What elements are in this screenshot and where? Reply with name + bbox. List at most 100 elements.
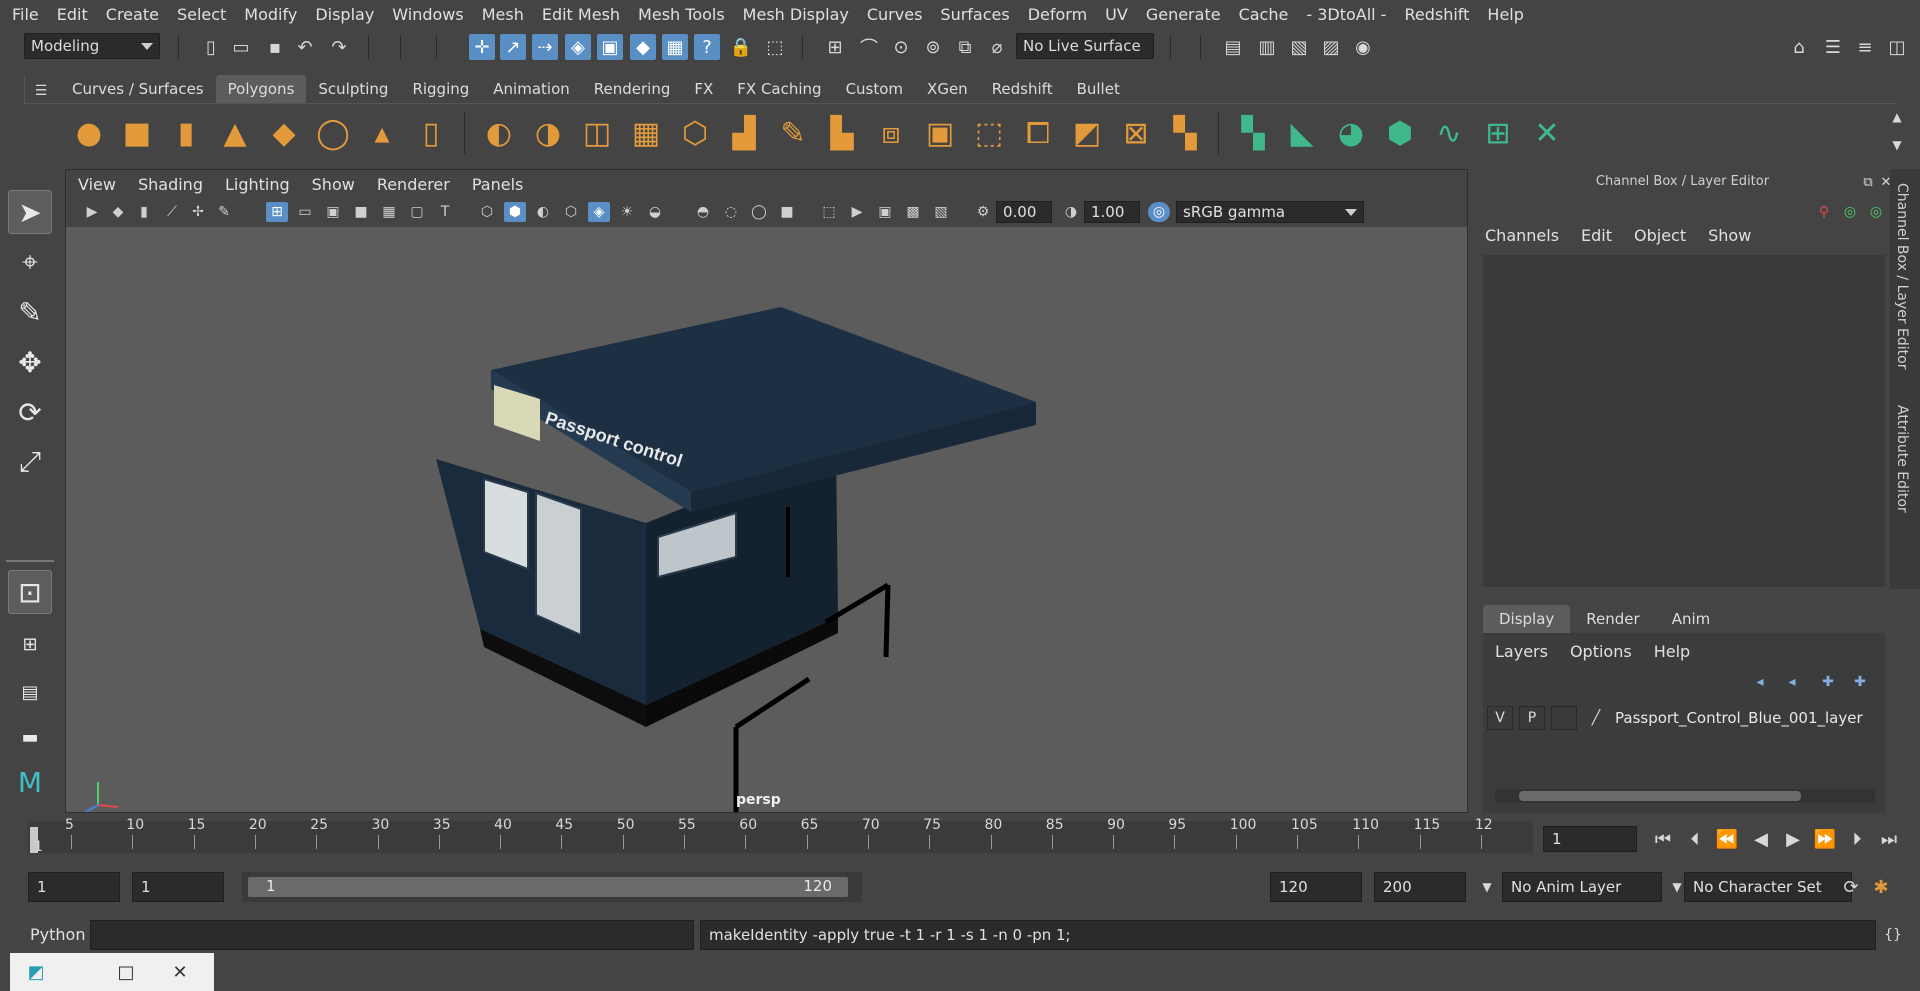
- step-back-icon[interactable]: ⏴: [1682, 826, 1708, 852]
- select-vertices-icon[interactable]: ◈: [565, 34, 591, 60]
- select-by-component-icon[interactable]: ⇢: [532, 34, 558, 60]
- use-all-lights-icon[interactable]: ☀: [616, 202, 638, 222]
- soft-select-icon[interactable]: ⬚: [762, 34, 788, 60]
- default-material-icon[interactable]: ◐: [532, 202, 554, 222]
- render-icon[interactable]: ▥: [1254, 34, 1280, 60]
- cb-menu-channels[interactable]: Channels: [1485, 226, 1559, 245]
- outliner-layout-icon[interactable]: ▬: [8, 715, 52, 759]
- go-to-end-icon[interactable]: ⏭: [1876, 826, 1902, 852]
- select-tool-icon[interactable]: ➤: [8, 190, 52, 234]
- wireframe-on-shaded-icon[interactable]: ⬡: [560, 202, 582, 222]
- playback-end-field[interactable]: 120: [1270, 872, 1362, 902]
- camera-icon[interactable]: ▶: [81, 202, 103, 222]
- uv-unfold-icon[interactable]: ∿: [1430, 114, 1468, 152]
- render-view-icon[interactable]: ▤: [1220, 34, 1246, 60]
- uv-editor-icon[interactable]: ⊞: [1479, 114, 1517, 152]
- animation-start-field[interactable]: 1: [28, 872, 120, 902]
- menu-select[interactable]: Select: [177, 5, 226, 24]
- smooth-icon[interactable]: ▦: [627, 114, 665, 152]
- exposure-icon[interactable]: ⚙: [972, 202, 994, 222]
- grid-icon[interactable]: ⊞: [266, 202, 288, 222]
- scrollbar-thumb[interactable]: [1519, 791, 1801, 801]
- select-help-icon[interactable]: ?: [694, 34, 720, 60]
- tab-rendering[interactable]: Rendering: [582, 75, 683, 103]
- poly-pipe-icon[interactable]: ▯: [412, 114, 450, 152]
- layout-icon[interactable]: ▤: [8, 670, 52, 714]
- append-icon[interactable]: ⬚: [970, 114, 1008, 152]
- outliner-icon[interactable]: ☰: [1820, 34, 1846, 60]
- anti-aliasing-icon[interactable]: ◯: [748, 202, 770, 222]
- lasso-tool-icon[interactable]: ⌖: [8, 240, 52, 284]
- xray-active-icon[interactable]: ▩: [902, 202, 924, 222]
- four-view-icon[interactable]: ⊞: [8, 622, 52, 666]
- move-layer-up-icon[interactable]: ◂: [1747, 669, 1773, 695]
- menu-surfaces[interactable]: Surfaces: [940, 5, 1009, 24]
- make-live-icon[interactable]: ⌀: [984, 34, 1010, 60]
- cb-menu-edit[interactable]: Edit: [1581, 226, 1612, 245]
- tab-sculpting[interactable]: Sculpting: [306, 75, 400, 103]
- live-surface-field[interactable]: No Live Surface: [1016, 33, 1154, 59]
- textured-icon[interactable]: ◈: [588, 202, 610, 222]
- field-chart-icon[interactable]: ▦: [378, 202, 400, 222]
- tab-fx[interactable]: FX: [682, 75, 725, 103]
- script-lang-label[interactable]: Python: [30, 925, 85, 944]
- workspace-icon[interactable]: ⌂: [1786, 34, 1812, 60]
- safe-title-icon[interactable]: T: [434, 202, 456, 222]
- color-space-dropdown[interactable]: sRGB gamma: [1176, 201, 1364, 223]
- cb-menu-show[interactable]: Show: [1708, 226, 1751, 245]
- menu-curves[interactable]: Curves: [867, 5, 923, 24]
- xray-icon[interactable]: ▶: [846, 202, 868, 222]
- poly-pyramid-icon[interactable]: ▴: [363, 114, 401, 152]
- tab-curves-surfaces[interactable]: Curves / Surfaces: [60, 75, 216, 103]
- uv-cylindrical-icon[interactable]: ◣: [1283, 114, 1321, 152]
- reduce-icon[interactable]: ⊠: [1117, 114, 1155, 152]
- menu-display[interactable]: Display: [315, 5, 374, 24]
- channel-list[interactable]: [1483, 255, 1885, 587]
- move-layer-down-icon[interactable]: ◂: [1779, 669, 1805, 695]
- smooth-shade-icon[interactable]: ⬢: [504, 202, 526, 222]
- wireframe-icon[interactable]: ⬡: [476, 202, 498, 222]
- layer-scrollbar[interactable]: [1495, 789, 1875, 803]
- layer-visibility-toggle[interactable]: V: [1487, 706, 1513, 730]
- step-back-key-icon[interactable]: ⏪: [1714, 826, 1740, 852]
- separate-icon[interactable]: ◑: [529, 114, 567, 152]
- select-uv-icon[interactable]: ▦: [662, 34, 688, 60]
- layer-row[interactable]: V P ╱ Passport_Control_Blue_001_layer: [1487, 705, 1885, 731]
- layer-display-type[interactable]: [1551, 706, 1577, 730]
- menu-mesh-display[interactable]: Mesh Display: [743, 5, 849, 24]
- snap-point-icon[interactable]: ⊙: [888, 34, 914, 60]
- uv-cut-icon[interactable]: ✕: [1528, 114, 1566, 152]
- redo-icon[interactable]: ↷: [326, 34, 352, 60]
- motion-blur-icon[interactable]: ◌: [720, 202, 742, 222]
- uv-spherical-icon[interactable]: ◕: [1332, 114, 1370, 152]
- character-set-dropdown[interactable]: No Character Set: [1684, 872, 1852, 902]
- color-management-icon[interactable]: ◎: [1148, 202, 1170, 222]
- snap-grid-icon[interactable]: ⊞: [822, 34, 848, 60]
- menu-help[interactable]: Help: [1487, 5, 1523, 24]
- snap-view-icon[interactable]: ⊚: [920, 34, 946, 60]
- triangulate-icon[interactable]: ▚: [1166, 114, 1204, 152]
- menu-uv[interactable]: UV: [1105, 5, 1128, 24]
- camera-attr-icon[interactable]: ◆: [107, 202, 129, 222]
- safe-action-icon[interactable]: ▢: [406, 202, 428, 222]
- fill-hole-icon[interactable]: ◩: [1068, 114, 1106, 152]
- menu-edit-mesh[interactable]: Edit Mesh: [542, 5, 620, 24]
- auto-key-icon[interactable]: ⟳: [1838, 874, 1864, 900]
- bookmark-icon[interactable]: ▮: [133, 202, 155, 222]
- tab-custom[interactable]: Custom: [834, 75, 915, 103]
- axis-icon[interactable]: ⚲: [1811, 199, 1837, 225]
- close-window-icon[interactable]: ✕: [168, 960, 192, 984]
- merge-icon[interactable]: ▣: [921, 114, 959, 152]
- poly-plane-icon[interactable]: ◆: [265, 114, 303, 152]
- image-plane-icon[interactable]: ⟋: [161, 202, 183, 222]
- vp-menu-panels[interactable]: Panels: [472, 175, 524, 194]
- hypershade-icon[interactable]: ◉: [1350, 34, 1376, 60]
- poly-torus-icon[interactable]: ◯: [314, 114, 352, 152]
- 2d-pan-icon[interactable]: ✢: [187, 202, 209, 222]
- layer-name[interactable]: Passport_Control_Blue_001_layer: [1615, 709, 1863, 727]
- paint-select-icon[interactable]: ✎: [8, 290, 52, 334]
- select-by-object-icon[interactable]: ↗: [500, 34, 526, 60]
- menu-3dtoall[interactable]: - 3DtoAll -: [1306, 5, 1386, 24]
- animation-end-field[interactable]: 200: [1374, 872, 1466, 902]
- resolution-gate-icon[interactable]: ▣: [322, 202, 344, 222]
